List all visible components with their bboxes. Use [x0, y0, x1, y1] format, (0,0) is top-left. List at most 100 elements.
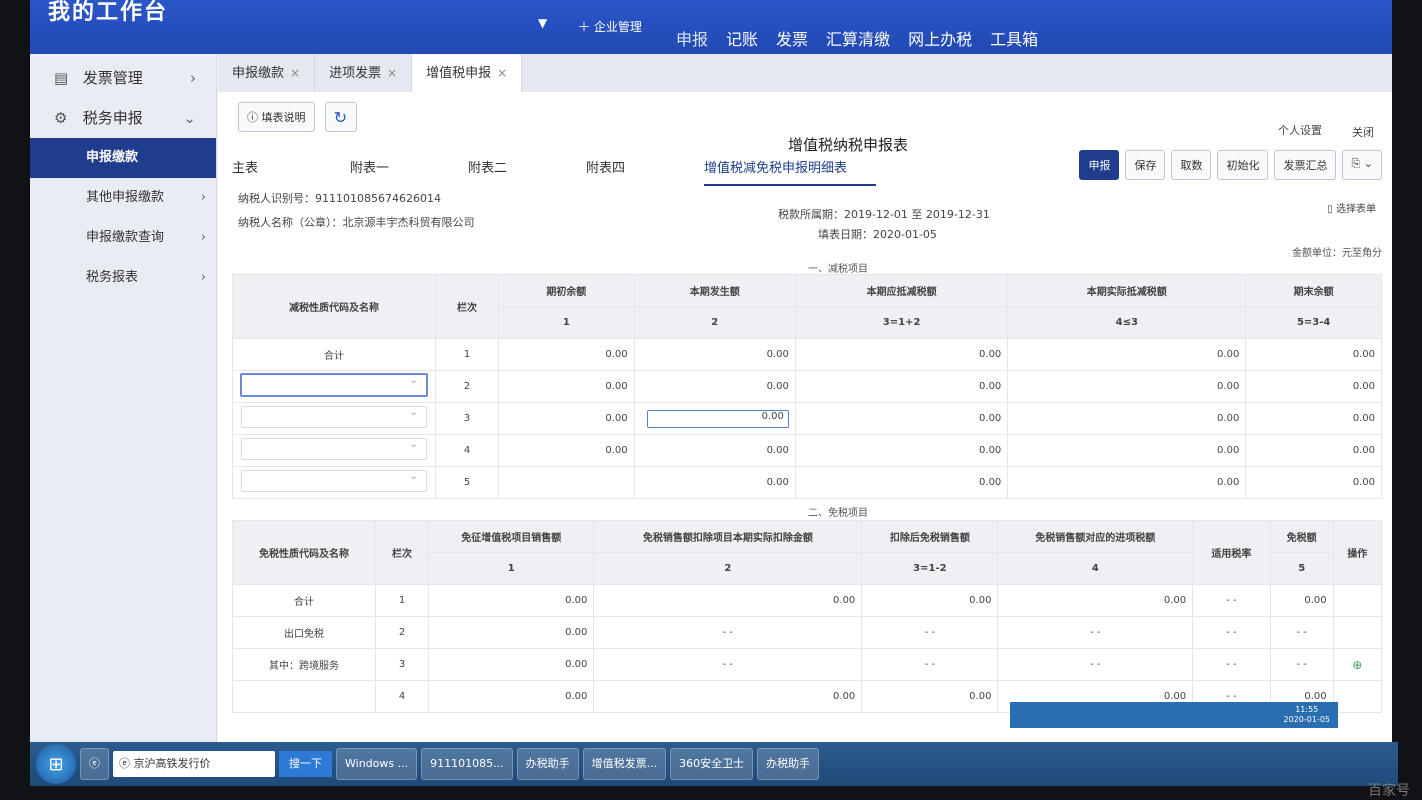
- nav-bookkeeping[interactable]: 记账: [726, 26, 758, 50]
- nav-settlement[interactable]: 汇算清缴: [826, 26, 890, 50]
- subtab-schedule-2[interactable]: 附表二: [468, 154, 586, 184]
- taskbar-item-tax-assistant-2[interactable]: 办税助手: [757, 748, 820, 780]
- cell-value: 0.00: [427, 584, 595, 617]
- cell-input-focused[interactable]: 0.00: [633, 402, 796, 435]
- amount-input[interactable]: 0.00: [646, 409, 789, 428]
- select-form-link[interactable]: ▯ 选择表单: [1327, 200, 1376, 215]
- sidebar-sub-query[interactable]: 申报缴款查询 ›: [30, 218, 216, 258]
- cell-value[interactable]: 0.00: [427, 648, 595, 681]
- nav-declare[interactable]: 申报: [676, 26, 708, 68]
- export-icon: ⎘ ⌄: [1351, 157, 1373, 170]
- clock-date: 2020-01-05: [1283, 715, 1331, 724]
- invoice-summary-button[interactable]: 发票汇总: [1274, 150, 1337, 180]
- subtab-reduction-detail[interactable]: 增值税减免税申报明细表: [704, 154, 876, 186]
- close-link[interactable]: 关闭: [1352, 124, 1374, 140]
- top-bar: 我的工作台 ▼ ＋ 企业管理 申报 记账 发票 汇算清缴 网上办税 工具箱: [30, 0, 1392, 68]
- toolbar-right: 申报 保存 取数 初始化 发票汇总 ⎘ ⌄: [1079, 150, 1382, 180]
- start-button[interactable]: ⊞: [36, 744, 76, 784]
- sidebar-item-tax[interactable]: ⚙ 税务申报 ⌄: [30, 98, 216, 138]
- sidebar-sub-other[interactable]: 其他申报缴款 ›: [30, 178, 216, 218]
- taskbar-item-vat-invoice[interactable]: 增值税发票...: [582, 748, 667, 780]
- tab-label: 进项发票: [329, 66, 382, 81]
- cell-value: 0.00: [1245, 402, 1382, 435]
- taxpayer-name: 纳税人名称（公章）：北京源丰宇杰科贸有限公司: [238, 216, 475, 229]
- sidebar-sub-reports[interactable]: 税务报表 ›: [30, 258, 216, 298]
- cell-input-value[interactable]: 0.00: [498, 402, 635, 435]
- reduction-code-select[interactable]: [241, 470, 427, 492]
- row-name: 合计: [232, 338, 436, 371]
- col-header: 免征增值税项目销售额: [427, 520, 595, 553]
- table-row: 出口免税 2 0.00 - - - - - - - - - -: [232, 616, 1383, 649]
- reduction-table: 减税性质代码及名称 栏次 期初余额 本期发生额 本期应抵减税额 本期实际抵减税额…: [232, 274, 1382, 499]
- col-subheader: 4≤3: [1007, 306, 1247, 339]
- taxpayer-id: 纳税人识别号：911101085674626014: [238, 192, 441, 205]
- cell-value[interactable]: 0.00: [427, 616, 595, 649]
- cell-input-value[interactable]: 0.00: [1007, 466, 1247, 499]
- company-management-button[interactable]: ＋ 企业管理: [578, 18, 642, 35]
- taskbar-item-360[interactable]: 360安全卫士: [670, 748, 754, 780]
- subtab-main[interactable]: 主表: [232, 154, 350, 184]
- cell-input-value[interactable]: 0.00: [498, 434, 635, 467]
- sidebar-sub-declare-pay[interactable]: 申报缴款: [30, 138, 216, 178]
- cell-value: 0.00: [861, 680, 999, 713]
- initialize-button[interactable]: 初始化: [1217, 150, 1269, 180]
- dropdown-caret-icon[interactable]: ▼: [538, 16, 547, 30]
- chevron-right-icon: ›: [200, 190, 206, 205]
- close-icon[interactable]: ×: [387, 66, 397, 80]
- cell-value: - -: [593, 616, 863, 649]
- help-button[interactable]: ⓘ 填表说明: [238, 102, 315, 132]
- tab-vat-declare[interactable]: 增值税申报 ×: [412, 54, 523, 92]
- ie-browser-button[interactable]: ⓔ: [80, 748, 109, 780]
- close-icon[interactable]: ×: [290, 66, 300, 80]
- nav-online-tax[interactable]: 网上办税: [908, 26, 972, 50]
- clock[interactable]: 11:55 2020-01-05: [1284, 705, 1331, 725]
- personal-settings-link[interactable]: 个人设置: [1278, 122, 1322, 138]
- cell-value: 0.00: [1245, 338, 1382, 371]
- cell-input-value[interactable]: 0.00: [633, 434, 796, 467]
- taskbar-search-button[interactable]: 搜一下: [279, 751, 332, 777]
- declare-button[interactable]: 申报: [1079, 150, 1120, 180]
- table-row: 3 0.00 0.00 0.00 0.00 0.00: [232, 402, 1382, 435]
- refresh-button[interactable]: ↻: [324, 102, 357, 132]
- taskbar: ⊞ ⓔ ⓔ 京沪高铁发行价 搜一下 Windows ... 911101085.…: [30, 702, 1398, 786]
- tab-declare-pay[interactable]: 申报缴款 ×: [218, 54, 316, 92]
- tab-input-invoice[interactable]: 进项发票 ×: [315, 54, 413, 92]
- reduction-code-select[interactable]: [241, 438, 427, 460]
- col-header: 操作: [1332, 520, 1383, 585]
- cell-input-value[interactable]: 0.00: [633, 466, 796, 499]
- reduction-code-select[interactable]: [240, 373, 428, 397]
- subtab-schedule-1[interactable]: 附表一: [350, 154, 468, 184]
- reduction-code-select[interactable]: [241, 406, 427, 428]
- cell-value: 0.00: [861, 584, 999, 617]
- col-header: 免税性质代码及名称: [232, 520, 376, 585]
- taskbar-item-excel[interactable]: 911101085...: [421, 748, 513, 780]
- invoice-icon: ▤: [54, 69, 69, 87]
- cell-input-value[interactable]: 0.00: [1007, 402, 1247, 435]
- row-no: 4: [435, 434, 499, 467]
- taskbar-item-windows[interactable]: Windows ...: [336, 748, 418, 780]
- col-header: 免税销售额对应的进项税额: [997, 520, 1194, 553]
- cell-value: 0.00: [794, 370, 1009, 403]
- refresh-icon: ↻: [333, 107, 348, 127]
- nav-invoice[interactable]: 发票: [776, 26, 808, 50]
- close-icon[interactable]: ×: [497, 66, 507, 80]
- add-row-icon[interactable]: ⊕: [1352, 658, 1362, 672]
- cell-input-value[interactable]: [498, 466, 635, 499]
- export-button[interactable]: ⎘ ⌄: [1342, 150, 1382, 180]
- cell-value: 0.00: [498, 370, 635, 403]
- taskbar-item-tax-assistant[interactable]: 办税助手: [516, 748, 579, 780]
- cell-value: 0.00: [498, 338, 635, 371]
- cell-value: - -: [593, 648, 863, 681]
- nav-toolbox[interactable]: 工具箱: [990, 26, 1038, 50]
- save-button[interactable]: 保存: [1125, 150, 1166, 180]
- row-name: 出口免税: [232, 616, 376, 649]
- subtab-schedule-4[interactable]: 附表四: [586, 154, 704, 184]
- cell-value: - -: [997, 616, 1194, 649]
- help-label: 填表说明: [261, 111, 306, 124]
- screen: 我的工作台 ▼ ＋ 企业管理 申报 记账 发票 汇算清缴 网上办税 工具箱 关于…: [30, 0, 1392, 772]
- fetch-data-button[interactable]: 取数: [1171, 150, 1212, 180]
- taskbar-search-input[interactable]: ⓔ 京沪高铁发行价: [113, 751, 275, 777]
- sidebar-item-invoice[interactable]: ▤ 发票管理 ›: [30, 58, 216, 98]
- cell-value: 0.00: [427, 680, 595, 713]
- cell-input-value[interactable]: 0.00: [1007, 434, 1247, 467]
